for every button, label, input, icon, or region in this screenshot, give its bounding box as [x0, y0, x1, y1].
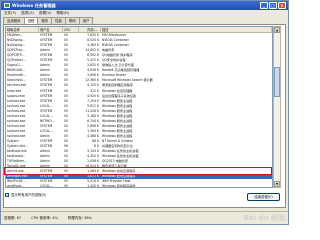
- cell-cpu: 00: [64, 184, 68, 188]
- highlight-annotation: [4, 167, 272, 175]
- tab-performance[interactable]: 性能: [51, 17, 66, 24]
- cell-image-name: wudfhost...: [7, 184, 25, 188]
- tab-networking[interactable]: 联网: [64, 17, 80, 24]
- process-table: 映像名称 用户名 CPU 内存(… 描述 MSIAfter... SYSTEM 00…: [5, 26, 273, 188]
- column-user-name[interactable]: 用户名: [39, 27, 63, 32]
- tab-applications[interactable]: 应用程序: [3, 17, 25, 24]
- column-image-name[interactable]: 映像名称: [6, 27, 39, 32]
- column-description[interactable]: 描述: [101, 27, 272, 32]
- scroll-thumb[interactable]: [274, 67, 280, 97]
- tab-users[interactable]: 用户: [78, 17, 94, 24]
- menu-options[interactable]: 选项(O): [21, 11, 34, 16]
- close-button[interactable]: ×: [278, 2, 286, 9]
- column-cpu[interactable]: CPU: [63, 27, 79, 32]
- cell-user-name: LOCAL...: [40, 184, 53, 188]
- window-controls: _ □ ×: [260, 2, 286, 9]
- menu-file[interactable]: 文件(F): [4, 11, 16, 16]
- status-process-count: 进程数: 67: [4, 215, 22, 220]
- menu-view[interactable]: 查看(V): [39, 11, 51, 16]
- minimize-button[interactable]: _: [260, 2, 268, 9]
- scroll-up-arrow-icon[interactable]: ▲: [274, 27, 280, 33]
- column-memory[interactable]: 内存(…: [79, 27, 101, 32]
- table-body: MSIAfter... SYSTEM 00 7,620 K MSI Afterburne…: [6, 33, 272, 188]
- table-row[interactable]: wudfhost... LOCAL... 00 1,420 K Windows 驱动程序…: [6, 184, 272, 188]
- cell-memory: 1,420 K: [87, 184, 99, 188]
- maximize-button[interactable]: □: [269, 2, 277, 9]
- cell-description: Windows 驱动程序基础: [102, 184, 136, 188]
- status-cpu-usage: CPU 使用率: 4%: [31, 215, 58, 220]
- tab-services[interactable]: 服务: [37, 17, 53, 24]
- tab-strip: 应用程序 进程 服务 性能 联网 用户: [3, 17, 94, 25]
- end-process-button[interactable]: 结束进程(E): [247, 193, 280, 201]
- scroll-down-arrow-icon[interactable]: ▼: [274, 181, 280, 187]
- show-all-users-label: 显示所有用户的进程(S): [11, 193, 47, 197]
- show-all-users-option[interactable]: ✓ 显示所有用户的进程(S): [5, 192, 46, 197]
- menu-help[interactable]: 帮助(H): [56, 11, 69, 16]
- task-manager-window: Windows 任务管理器 _ □ × 文件(F) 选项(O) 查看(V) 帮助…: [0, 0, 289, 225]
- title-bar: Windows 任务管理器 _ □ ×: [1, 1, 288, 10]
- vertical-scrollbar[interactable]: ▲ ▼: [273, 26, 281, 188]
- window-title: Windows 任务管理器: [12, 2, 56, 8]
- watermark-logo: Bai du 经验: [243, 214, 285, 222]
- status-memory-usage: 物理内存: 38%: [67, 215, 92, 220]
- menu-bar: 文件(F) 选项(O) 查看(V) 帮助(H): [1, 10, 288, 17]
- show-all-users-checkbox[interactable]: ✓: [5, 192, 9, 197]
- task-manager-icon: [4, 3, 10, 8]
